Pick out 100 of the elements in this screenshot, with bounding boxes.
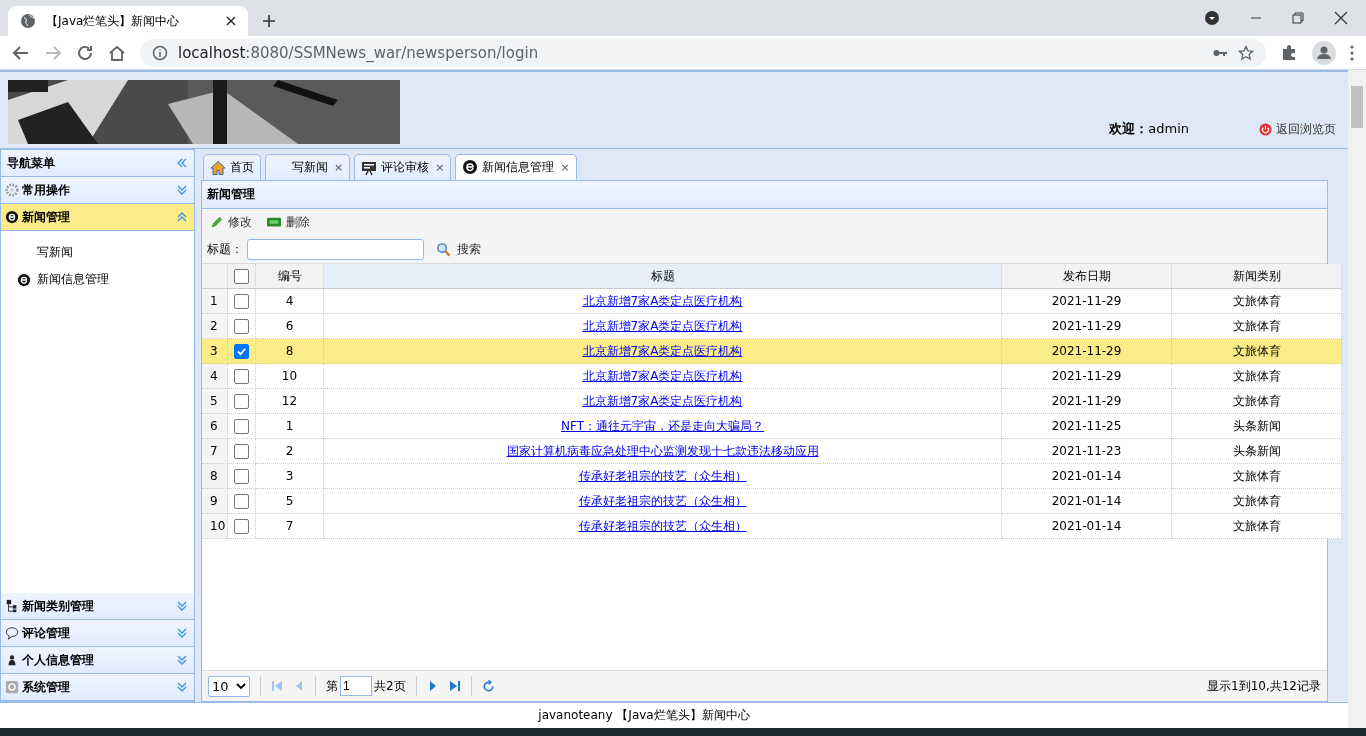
title-link[interactable]: 传承好老祖宗的技艺（众生相） [578, 492, 747, 510]
checkbox[interactable] [234, 418, 249, 434]
checkbox[interactable] [234, 368, 249, 384]
checkbox[interactable] [234, 443, 249, 459]
star-icon[interactable] [1238, 44, 1254, 61]
table-cell: 头条新闻 [1172, 439, 1342, 464]
tab[interactable]: 写新闻 × [265, 154, 351, 180]
expand-icon[interactable] [176, 600, 188, 612]
welcome-text: 欢迎：admin [1109, 120, 1189, 138]
title-link[interactable]: NFT：通往元宇宙，还是走向大骗局？ [561, 417, 764, 435]
table-cell: 4 [256, 289, 324, 314]
search-field[interactable] [247, 238, 424, 260]
title-link[interactable]: 传承好老祖宗的技艺（众生相） [578, 467, 747, 485]
column-header[interactable]: 发布日期 [1002, 264, 1172, 289]
board-icon [361, 159, 378, 176]
accordion-header[interactable]: 系统管理 [1, 674, 194, 701]
close-icon[interactable]: × [560, 160, 570, 174]
info-icon [152, 44, 168, 61]
checkbox[interactable] [234, 343, 249, 359]
tab[interactable]: 新闻信息管理 × [455, 154, 577, 180]
power-icon [1259, 123, 1272, 136]
table-cell: 2021-11-29 [1002, 289, 1172, 314]
tab[interactable]: 首页 [203, 154, 261, 180]
table-cell: 2021-11-29 [1002, 364, 1172, 389]
close-icon[interactable] [226, 16, 236, 26]
title-link[interactable]: 传承好老祖宗的技艺（众生相） [578, 517, 747, 535]
column-header[interactable]: 标题 [324, 264, 1002, 289]
title-link[interactable]: 北京新增7家A类定点医疗机构 [582, 367, 743, 385]
speech-bubble-icon [5, 626, 19, 640]
checkbox[interactable] [234, 493, 249, 509]
expand-icon[interactable] [176, 681, 188, 693]
scrollbar[interactable] [1348, 70, 1366, 728]
globe-icon [20, 13, 36, 29]
table-cell: 头条新闻 [1172, 414, 1342, 439]
row-number: 9 [202, 489, 228, 514]
profile-icon[interactable] [1312, 40, 1336, 65]
accordion-header[interactable]: 新闻类别管理 [1, 593, 194, 620]
accordion-header[interactable]: 常用操作 [1, 177, 194, 204]
accordion-header[interactable]: 个人信息管理 [1, 647, 194, 674]
checkbox[interactable] [234, 518, 249, 534]
tab-label: 首页 [230, 159, 254, 176]
close-icon[interactable]: × [435, 161, 445, 174]
system-icon [5, 680, 19, 694]
last-page-icon[interactable] [448, 680, 461, 692]
title-link[interactable]: 北京新增7家A类定点医疗机构 [582, 292, 743, 310]
table-cell: 文旅体育 [1172, 289, 1342, 314]
gear-icon [5, 183, 19, 197]
table-cell: 文旅体育 [1172, 464, 1342, 489]
row-number: 5 [202, 389, 228, 414]
column-header[interactable]: 新闻类别 [1172, 264, 1342, 289]
toolbar-button[interactable]: 删除 [266, 213, 310, 231]
menu-icon[interactable] [1350, 44, 1354, 61]
table-cell: 文旅体育 [1172, 489, 1342, 514]
address-bar[interactable]: localhost:8080/SSMNews_war/newsperson/login [140, 38, 1266, 67]
panel-title: 新闻管理 [207, 186, 255, 203]
table-cell: 10 [256, 364, 324, 389]
page-size-select[interactable]: 10 [208, 675, 250, 697]
column-header[interactable]: 编号 [256, 264, 324, 289]
tab[interactable]: 评论审核 × [354, 154, 452, 180]
title-link[interactable]: 北京新增7家A类定点医疗机构 [582, 317, 743, 335]
expand-icon[interactable] [176, 627, 188, 639]
toolbar-button[interactable]: 修改 [210, 213, 252, 231]
menu-item[interactable]: 写新闻 [1, 239, 194, 266]
table-cell: 文旅体育 [1172, 364, 1342, 389]
close-icon[interactable] [1334, 11, 1348, 25]
circle-e-icon [462, 159, 479, 175]
checkbox[interactable] [234, 468, 249, 484]
tab-label: 写新闻 [292, 159, 328, 176]
title-link[interactable]: 北京新增7家A类定点医疗机构 [582, 392, 743, 410]
reload-icon[interactable] [76, 43, 94, 62]
checkbox[interactable] [234, 268, 249, 284]
table-cell: 2021-01-14 [1002, 514, 1172, 539]
checkbox[interactable] [234, 293, 249, 309]
menu-item[interactable]: 新闻信息管理 [1, 266, 194, 293]
new-tab-icon[interactable] [262, 14, 276, 28]
restore-icon[interactable] [1292, 12, 1304, 24]
browser-tab[interactable]: 【Java烂笔头】新闻中心 [8, 6, 248, 36]
close-icon[interactable]: × [334, 161, 344, 174]
collapse-icon[interactable] [176, 211, 188, 223]
collapse-icon[interactable] [176, 157, 188, 169]
refresh-icon[interactable] [481, 679, 495, 693]
page-label: 第 [326, 677, 338, 695]
page-field[interactable]: 1 [340, 676, 372, 696]
expand-icon[interactable] [176, 184, 188, 196]
accordion-header[interactable]: 新闻管理 [1, 204, 194, 231]
search-button[interactable]: 搜索 [436, 240, 481, 258]
title-link[interactable]: 北京新增7家A类定点医疗机构 [582, 342, 743, 360]
circle-e-icon [17, 272, 31, 287]
table-cell: 2021-01-14 [1002, 489, 1172, 514]
home-icon[interactable] [108, 43, 126, 62]
dropdown-icon[interactable] [1204, 10, 1220, 26]
back-link[interactable]: 返回浏览页 [1259, 121, 1336, 138]
title-link[interactable]: 国家计算机病毒应急处理中心监测发现十七款违法移动应用 [506, 442, 819, 460]
checkbox[interactable] [234, 393, 249, 409]
page-total: 共2页 [374, 677, 406, 695]
back-icon[interactable] [12, 43, 30, 62]
expand-icon[interactable] [176, 654, 188, 666]
puzzle-icon[interactable] [1280, 43, 1298, 62]
checkbox[interactable] [234, 318, 249, 334]
accordion-header[interactable]: 评论管理 [1, 620, 194, 647]
